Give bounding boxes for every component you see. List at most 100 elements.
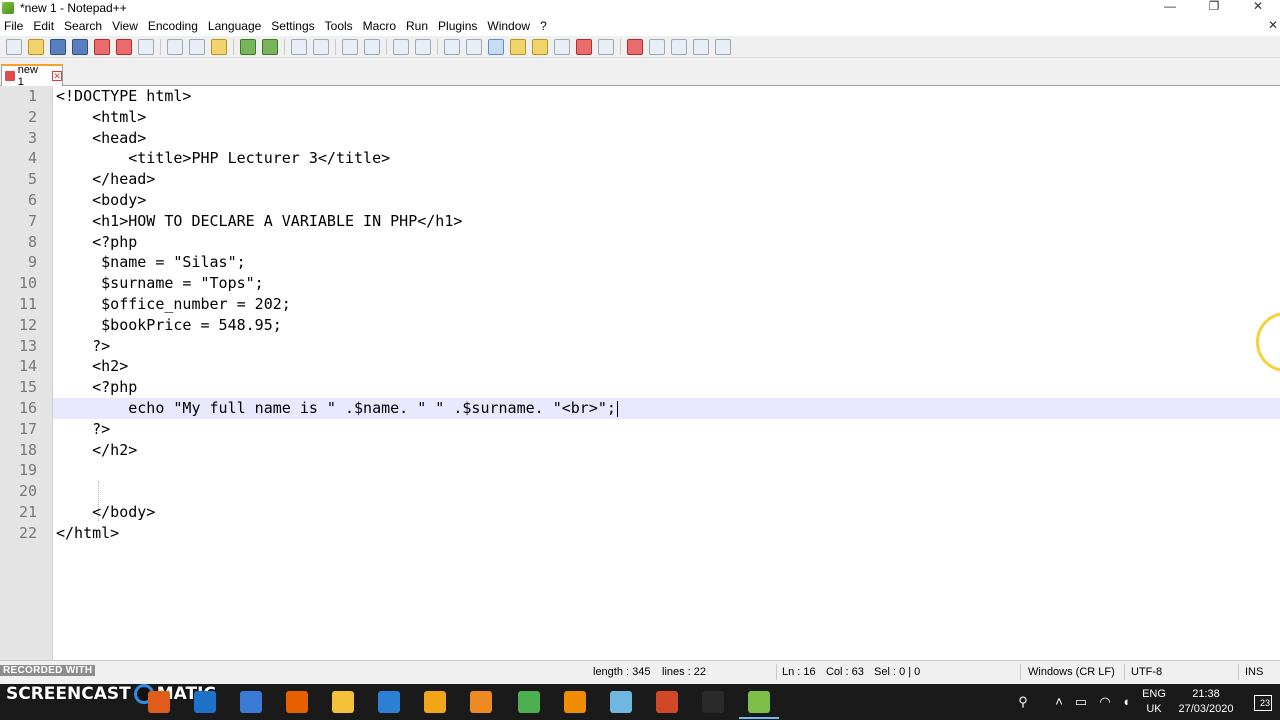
edge-icon[interactable]	[194, 691, 216, 713]
code-line[interactable]: 17 ?>	[0, 419, 1280, 440]
code-line[interactable]: 22 </html>	[0, 523, 1280, 544]
menu-settings[interactable]: Settings	[267, 19, 320, 33]
code-line[interactable]: 10 $surname = "Tops";	[0, 273, 1280, 294]
code-line[interactable]: 18 </h2>	[0, 440, 1280, 461]
code-line[interactable]: 3 <head>	[0, 128, 1280, 149]
network-icon[interactable]: ◠	[1098, 695, 1112, 709]
code-editor[interactable]: 1 <!DOCTYPE html> 2 <html> 3 <head> 4 <title…	[0, 86, 1280, 660]
powerpoint-icon[interactable]	[656, 691, 678, 713]
zoom-in-icon[interactable]	[342, 38, 358, 55]
code-text: <!DOCTYPE html>	[56, 87, 192, 105]
vlc-icon[interactable]	[564, 691, 586, 713]
firefox-icon[interactable]	[286, 691, 308, 713]
action-center-icon[interactable]: 23	[1254, 695, 1272, 711]
stop-macro-icon[interactable]	[649, 38, 665, 55]
code-line[interactable]: 13 ?>	[0, 336, 1280, 357]
redo-icon[interactable]	[262, 38, 278, 55]
close-document-icon[interactable]: ✕	[1268, 18, 1278, 32]
code-line[interactable]: 19	[0, 460, 1280, 481]
code-line[interactable]: 7 <h1>HOW TO DECLARE A VARIABLE IN PHP</…	[0, 211, 1280, 232]
watermark-left: SCREENCAST	[6, 684, 131, 704]
menu-view[interactable]: View	[108, 19, 144, 33]
menu-help[interactable]: ?	[536, 19, 553, 33]
code-line[interactable]: 1 <!DOCTYPE html>	[0, 86, 1280, 107]
app-orange-icon[interactable]	[148, 691, 170, 713]
mail-icon[interactable]	[378, 691, 400, 713]
menu-window[interactable]: Window	[483, 19, 536, 33]
menu-search[interactable]: Search	[60, 19, 108, 33]
line-number: 9	[27, 253, 37, 272]
new-file-icon[interactable]	[6, 38, 22, 55]
play-macro-icon[interactable]	[671, 38, 687, 55]
tab-close-icon[interactable]: ✕	[52, 71, 62, 81]
doc-list-icon[interactable]	[576, 38, 592, 55]
find-icon[interactable]	[291, 38, 307, 55]
function-list-icon[interactable]	[532, 38, 548, 55]
menu-tools[interactable]: Tools	[321, 19, 359, 33]
menu-file[interactable]: File	[0, 19, 29, 33]
doc-map-icon[interactable]	[510, 38, 526, 55]
code-line[interactable]: 21 </body>	[0, 502, 1280, 523]
code-line[interactable]: 12 $bookPrice = 548.95;	[0, 315, 1280, 336]
sublime-icon[interactable]	[470, 691, 492, 713]
menu-language[interactable]: Language	[204, 19, 267, 33]
close-file-icon[interactable]	[94, 38, 110, 55]
run-macro-multiple-icon[interactable]	[693, 38, 709, 55]
notepad-icon[interactable]	[610, 691, 632, 713]
cut-icon[interactable]	[167, 38, 183, 55]
menu-edit[interactable]: Edit	[29, 19, 60, 33]
save-all-icon[interactable]	[72, 38, 88, 55]
code-line[interactable]: 8 <?php	[0, 232, 1280, 253]
copy-icon[interactable]	[189, 38, 205, 55]
sync-horizontal-icon[interactable]	[415, 38, 431, 55]
code-line[interactable]: 16 echo "My full name is " .$name. " " .…	[0, 398, 1280, 419]
save-icon[interactable]	[50, 38, 66, 55]
zoom-out-icon[interactable]	[364, 38, 380, 55]
open-file-icon[interactable]	[28, 38, 44, 55]
laptop-app-icon[interactable]	[424, 691, 446, 713]
tab-new-1[interactable]: new 1 ✕	[1, 64, 63, 88]
code-line[interactable]: 5 </head>	[0, 169, 1280, 190]
language-indicator[interactable]: ENG UK	[1140, 687, 1168, 717]
monitoring-icon[interactable]	[598, 38, 614, 55]
code-line[interactable]: 6 <body>	[0, 190, 1280, 211]
show-hidden-icons-icon[interactable]: ˄	[1052, 695, 1066, 709]
folder-as-workspace-icon[interactable]	[554, 38, 570, 55]
minimize-button[interactable]: —	[1148, 0, 1192, 16]
indent-guide-icon[interactable]	[488, 38, 504, 55]
people-icon[interactable]: ⚲	[1016, 695, 1030, 709]
code-text: <head>	[56, 128, 147, 147]
record-macro-icon[interactable]	[627, 38, 643, 55]
replace-icon[interactable]	[313, 38, 329, 55]
undo-icon[interactable]	[240, 38, 256, 55]
volume-icon[interactable]: ◖	[1119, 695, 1133, 709]
battery-icon[interactable]: ▭	[1074, 695, 1088, 709]
restore-button[interactable]: ❐	[1192, 0, 1236, 16]
code-line[interactable]: 9 $name = "Silas";	[0, 252, 1280, 273]
screencast-icon[interactable]	[702, 691, 724, 713]
code-line[interactable]: 2 <html>	[0, 107, 1280, 128]
chrome-icon[interactable]	[518, 691, 540, 713]
sync-vertical-icon[interactable]	[393, 38, 409, 55]
clock[interactable]: 21:38 27/03/2020	[1174, 687, 1238, 717]
notepadpp-icon[interactable]	[739, 691, 779, 719]
code-line[interactable]: 20	[0, 481, 1280, 502]
print-icon[interactable]	[138, 38, 154, 55]
code-line[interactable]: 15 <?php	[0, 377, 1280, 398]
code-line[interactable]: 11 $office_number = 202;	[0, 294, 1280, 315]
menu-run[interactable]: Run	[402, 19, 434, 33]
menu-plugins[interactable]: Plugins	[434, 19, 483, 33]
code-text: <?php	[56, 232, 138, 251]
file-explorer-icon[interactable]	[332, 691, 354, 713]
code-line[interactable]: 4 <title>PHP Lecturer 3</title>	[0, 148, 1280, 169]
save-macro-icon[interactable]	[715, 38, 731, 55]
word-wrap-icon[interactable]	[444, 38, 460, 55]
close-all-icon[interactable]	[116, 38, 132, 55]
menu-encoding[interactable]: Encoding	[144, 19, 204, 33]
close-button[interactable]: ✕	[1236, 0, 1280, 16]
show-all-characters-icon[interactable]	[466, 38, 482, 55]
paste-icon[interactable]	[211, 38, 227, 55]
code-line[interactable]: 14 <h2>	[0, 356, 1280, 377]
menu-macro[interactable]: Macro	[359, 19, 402, 33]
store-icon[interactable]	[240, 691, 262, 713]
